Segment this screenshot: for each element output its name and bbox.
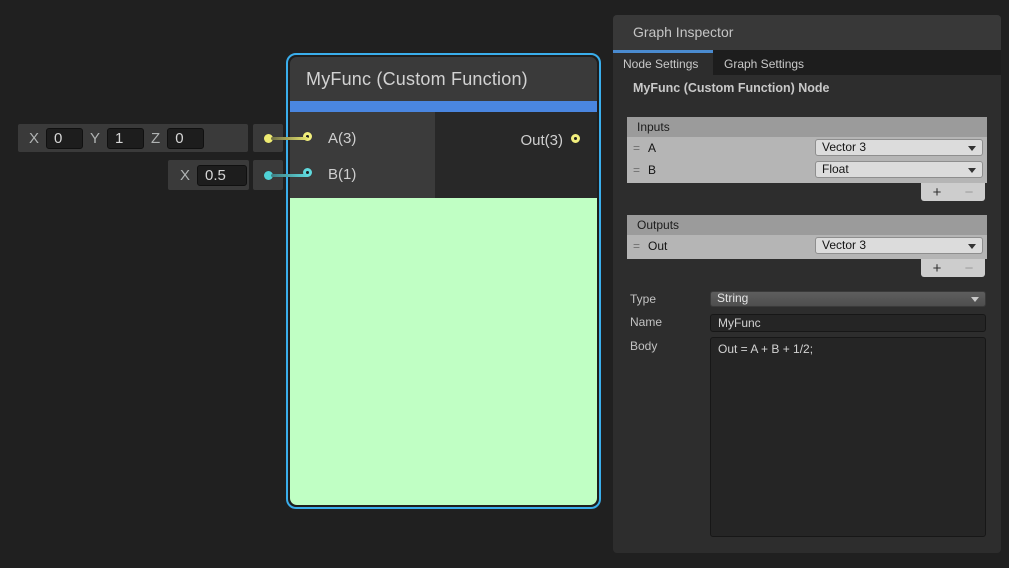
tab-graph-settings[interactable]: Graph Settings xyxy=(724,53,804,75)
axis-y-label: Y xyxy=(90,130,100,147)
outputs-list-header: Outputs xyxy=(627,215,987,235)
list-item[interactable]: = A Vector 3 xyxy=(627,137,987,159)
input-row-name: A xyxy=(648,141,656,155)
tab-node-settings[interactable]: Node Settings xyxy=(613,53,713,75)
input-b-type-dropdown[interactable]: Float xyxy=(815,161,983,178)
node-body: MyFunc (Custom Function) A(3) B(1) Out(3… xyxy=(290,57,597,505)
output-row-name: Out xyxy=(648,239,667,253)
drag-handle-icon[interactable]: = xyxy=(633,163,639,177)
vector3-z-input[interactable] xyxy=(167,128,204,149)
custom-function-node[interactable]: MyFunc (Custom Function) A(3) B(1) Out(3… xyxy=(286,53,601,509)
output-out-type-dropdown[interactable]: Vector 3 xyxy=(815,237,983,254)
node-ports-area: A(3) B(1) Out(3) xyxy=(290,112,597,198)
function-name-input[interactable] xyxy=(710,314,986,332)
list-item[interactable]: = B Float xyxy=(627,159,987,181)
axis-x-label: X xyxy=(29,130,39,147)
inspector-title: Graph Inspector xyxy=(633,24,733,40)
dropdown-value: Vector 3 xyxy=(822,140,866,154)
remove-output-button[interactable]: − xyxy=(965,261,974,276)
input-port-a-label: A(3) xyxy=(328,130,356,148)
shader-graph-canvas[interactable]: X Y Z X MyFunc (Custom Function) A(3) xyxy=(0,0,1009,568)
dropdown-value: String xyxy=(717,291,748,305)
inputs-list: Inputs = A Vector 3 = B Float xyxy=(627,117,987,183)
float-value-widget: X xyxy=(168,160,249,190)
dropdown-value: Float xyxy=(822,162,849,176)
function-body-textarea[interactable]: Out = A + B + 1/2; xyxy=(710,337,986,537)
list-item[interactable]: = Out Vector 3 xyxy=(627,235,987,257)
axis-z-label: Z xyxy=(151,130,160,147)
input-port-b-label: B(1) xyxy=(328,166,356,184)
dropdown-arrow-icon xyxy=(968,146,976,151)
output-port-out-icon[interactable] xyxy=(571,134,580,143)
drag-handle-icon[interactable]: = xyxy=(633,239,639,253)
input-a-type-dropdown[interactable]: Vector 3 xyxy=(815,139,983,156)
node-title: MyFunc (Custom Function) xyxy=(306,69,528,90)
outputs-list-footer: + − xyxy=(921,259,985,277)
edge-wire-vector3[interactable] xyxy=(271,137,308,140)
type-label: Type xyxy=(630,292,656,306)
inputs-list-footer: + − xyxy=(921,183,985,201)
outputs-list: Outputs = Out Vector 3 xyxy=(627,215,987,259)
node-accent-bar xyxy=(290,101,597,112)
output-port-out-label: Out(3) xyxy=(520,132,563,150)
float-x-input[interactable] xyxy=(197,165,247,186)
axis-x-label: X xyxy=(180,167,190,184)
inspector-tab-bar: Node Settings Graph Settings xyxy=(613,50,1001,75)
dropdown-arrow-icon xyxy=(968,244,976,249)
inspector-header[interactable]: Graph Inspector xyxy=(613,15,1001,50)
vector3-value-widget: X Y Z xyxy=(18,124,248,152)
add-input-button[interactable]: + xyxy=(933,185,942,200)
input-row-name: B xyxy=(648,163,656,177)
inspector-node-header: MyFunc (Custom Function) Node xyxy=(633,81,830,95)
node-title-bar[interactable]: MyFunc (Custom Function) xyxy=(290,57,597,101)
vector3-y-input[interactable] xyxy=(107,128,144,149)
dropdown-value: Vector 3 xyxy=(822,238,866,252)
body-label: Body xyxy=(630,339,657,353)
node-preview xyxy=(290,198,597,505)
drag-handle-icon[interactable]: = xyxy=(633,141,639,155)
name-label: Name xyxy=(630,315,662,329)
dropdown-arrow-icon xyxy=(968,168,976,173)
type-dropdown[interactable]: String xyxy=(710,291,986,307)
vector3-x-input[interactable] xyxy=(46,128,83,149)
edge-wire-float[interactable] xyxy=(271,174,308,177)
node-input-ports-column xyxy=(290,112,435,198)
inputs-list-header: Inputs xyxy=(627,117,987,137)
remove-input-button[interactable]: − xyxy=(965,185,974,200)
graph-inspector-panel: Graph Inspector Node Settings Graph Sett… xyxy=(613,15,1001,553)
add-output-button[interactable]: + xyxy=(933,261,942,276)
dropdown-arrow-icon xyxy=(971,297,979,302)
